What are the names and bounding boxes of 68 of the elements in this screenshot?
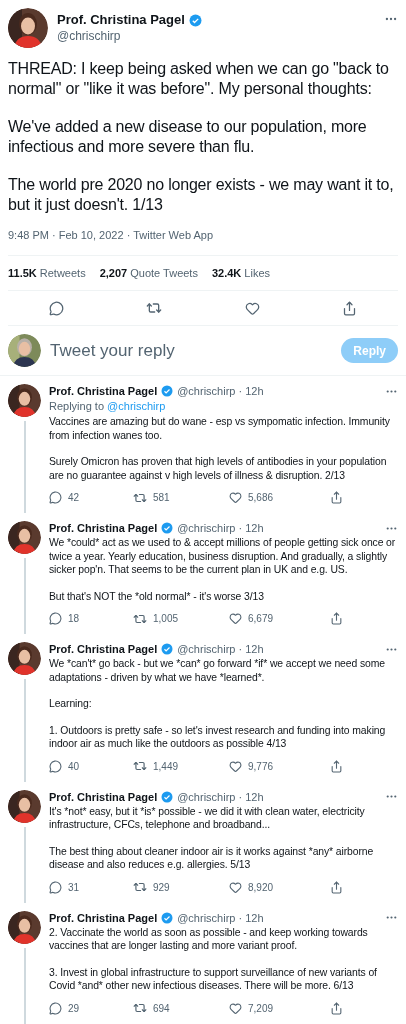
author-handle: @chrischirp [57,28,122,44]
reply-icon[interactable] [49,759,62,773]
like-count: 5,686 [248,491,274,505]
retweet-icon[interactable] [133,1001,147,1015]
reply-icon[interactable] [49,880,62,894]
share-icon[interactable] [330,1001,343,1015]
retweet-icon[interactable] [133,880,147,894]
tweet-text: 1. Outdoors is pretty safe - so let's invest research and funding into making indoor air as much like the outdoors as possible 4/13 [49,723,387,751]
author-name[interactable]: Prof. Christina Pagel [49,642,158,656]
replying-to-label: Replying to [49,400,106,412]
tweet-text: 3. Invest in global infrastructure to support surveillance of new variants of Covid *and* other new infectious diseases. There will be more. 6/13 [49,965,378,993]
reply-count: 42 [68,491,80,505]
reply-icon[interactable] [49,300,65,316]
reply-icon[interactable] [49,612,62,625]
author-name[interactable]: Prof. Christina Pagel [49,521,158,535]
retweet-icon[interactable] [146,300,163,316]
retweet-count: 1,005 [153,612,179,626]
tweet-text: But that's NOT the *old normal* - it's worse 3/13 [49,589,265,603]
like-count: 8,920 [248,880,274,895]
tweet-text: The world pre 2020 no longer exists - we may want it to, but it just doesn't. 1/13 [8,175,395,214]
like-icon[interactable] [229,759,242,773]
share-icon[interactable] [330,491,343,504]
reply-count: 29 [68,1001,80,1016]
tweet-text: 2. Vaccinate the world as soon as possible - and keep working towards vaccines that are longer lasting and more variant proof. [49,925,369,953]
share-icon[interactable] [330,880,343,894]
handle-time: @chrischirp · 12h [177,789,264,804]
stat-link[interactable]: 32.4K Likes [211,266,271,280]
handle-time: @chrischirp · 12h [177,910,264,925]
reply-icon[interactable] [49,1001,62,1015]
reply-count: 31 [68,880,80,895]
tweet-text: Surely Omicron has proven that high levels of antibodies in your population are no guarantee against v high levels of illness & disruption. 2/13 [49,455,388,482]
author-name[interactable]: Prof. Christina Pagel [49,910,158,925]
tweet-text: Vaccines are amazing but do wane - esp vs sympomatic infection. Immunity from infection wanes too. [49,415,391,442]
like-icon[interactable] [244,300,260,316]
tweet-text: We *can't* go back - but we *can* go forward *if* we accept we need some adaptations - driven by what we have *learned*. [49,657,386,684]
tweet-text: Learning: [49,697,93,711]
tweet-text: It's *not* easy, but it *is* possible - we did it with clean water, electricity infrastructure, CFCs, telephone and broadband... [49,804,366,832]
retweet-count: 1,449 [153,759,179,774]
share-icon[interactable] [341,300,357,316]
retweet-count: 581 [153,491,170,505]
retweet-count: 929 [153,880,170,895]
like-icon[interactable] [229,491,242,504]
tweet-text: We *could* act as we used to & accept millions of people getting sick once or twice a year. Yearly education, business disruption. And gradually, a slightly sicker pop'n. That seems to be the current plan in UK and e.g. US. [49,536,397,577]
like-count: 9,776 [248,759,274,774]
reply-icon[interactable] [49,491,62,504]
stat-link[interactable]: 11.5K Retweets [8,266,86,280]
tweet-text: THREAD: I keep being asked when we can go "back to normal" or "like it was before". My personal thoughts: [8,59,390,98]
stat-link[interactable]: 2,207 Quote Tweets [99,266,198,280]
tweet-text: The best thing about cleaner indoor air is it works against *any* airborne disease and also reduces e.g. allergies. 5/13 [49,844,375,872]
like-count: 6,679 [248,612,274,626]
like-icon[interactable] [229,612,242,625]
author-name[interactable]: Prof. Christina Pagel [57,12,185,28]
handle-time: @chrischirp · 12h [177,521,264,535]
handle-time: @chrischirp · 12h [177,384,264,398]
author-name[interactable]: Prof. Christina Pagel [49,384,158,398]
author-name[interactable]: Prof. Christina Pagel [49,789,158,804]
tweet-meta: 9:48 PM · Feb 10, 2022 · Twitter Web App [8,228,215,242]
handle-time: @chrischirp · 12h [177,642,264,656]
share-icon[interactable] [330,612,343,625]
tweet-text: We've added a new disease to our population, more infectious and more severe than flu. [8,117,368,156]
retweet-count: 694 [153,1001,170,1016]
share-icon[interactable] [330,759,343,773]
like-icon[interactable] [229,880,242,894]
reply-count: 18 [68,612,80,626]
like-count: 7,209 [248,1001,274,1016]
retweet-icon[interactable] [133,759,147,773]
like-icon[interactable] [229,1001,242,1015]
reply-count: 40 [68,759,80,774]
